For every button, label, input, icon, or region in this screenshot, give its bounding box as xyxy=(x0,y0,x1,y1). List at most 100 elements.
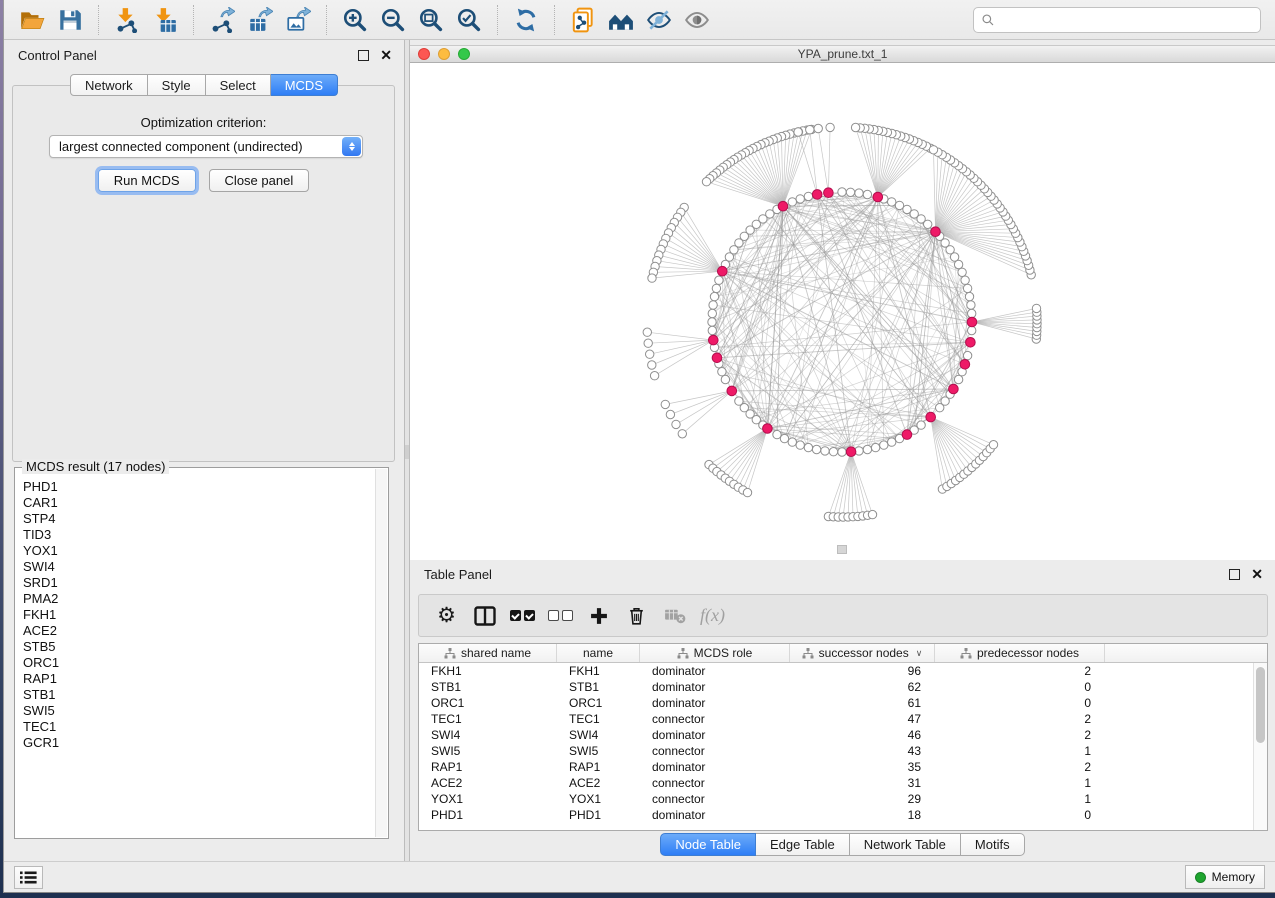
float-table-panel-icon[interactable] xyxy=(1229,569,1240,580)
network-node[interactable] xyxy=(965,292,973,300)
zoom-fit-content-button[interactable] xyxy=(412,4,450,36)
mcds-hub-node[interactable] xyxy=(812,190,822,200)
column-header-shared-name[interactable]: shared name xyxy=(419,644,557,662)
deselect-all-button[interactable] xyxy=(545,601,576,631)
network-node[interactable] xyxy=(721,375,729,383)
network-node[interactable] xyxy=(821,447,829,455)
network-node[interactable] xyxy=(743,488,751,496)
export-network-button[interactable] xyxy=(203,4,241,36)
network-node[interactable] xyxy=(804,192,812,200)
mcds-hub-node[interactable] xyxy=(902,430,912,440)
search-box[interactable] xyxy=(973,7,1261,33)
tab-mcds[interactable]: MCDS xyxy=(271,74,338,96)
add-column-button[interactable] xyxy=(583,601,614,631)
table-scrollbar[interactable] xyxy=(1253,663,1267,830)
network-node[interactable] xyxy=(880,441,888,449)
network-node[interactable] xyxy=(794,128,802,136)
network-node[interactable] xyxy=(868,510,876,518)
column-header-successor-nodes[interactable]: successor nodes∨ xyxy=(790,644,935,662)
network-node[interactable] xyxy=(661,400,669,408)
network-node[interactable] xyxy=(796,195,804,203)
table-row[interactable]: SWI5SWI5connector431 xyxy=(419,743,1253,759)
new-network-from-selection-button[interactable] xyxy=(564,4,602,36)
table-row[interactable]: TEC1TEC1connector472 xyxy=(419,711,1253,727)
network-node[interactable] xyxy=(954,375,962,383)
table-row[interactable]: SWI4SWI4dominator462 xyxy=(419,727,1253,743)
run-mcds-button[interactable]: Run MCDS xyxy=(98,169,196,192)
network-node[interactable] xyxy=(968,326,976,334)
network-node[interactable] xyxy=(648,274,656,282)
network-node[interactable] xyxy=(917,421,925,429)
mcds-hub-node[interactable] xyxy=(926,412,936,422)
table-row[interactable]: ACE2ACE2connector311 xyxy=(419,775,1253,791)
export-table-button[interactable] xyxy=(241,4,279,36)
network-node[interactable] xyxy=(963,284,971,292)
network-canvas[interactable] xyxy=(410,63,1275,560)
table-settings-button[interactable]: ⚙ xyxy=(431,601,462,631)
zoom-in-button[interactable] xyxy=(336,4,374,36)
table-row[interactable]: FKH1FKH1dominator962 xyxy=(419,663,1253,679)
network-node[interactable] xyxy=(929,146,937,154)
mcds-hub-node[interactable] xyxy=(824,188,834,198)
result-node-item[interactable]: SWI5 xyxy=(23,703,375,719)
network-node[interactable] xyxy=(806,126,814,134)
mcds-hub-node[interactable] xyxy=(718,266,728,276)
float-panel-icon[interactable] xyxy=(358,50,369,61)
network-node[interactable] xyxy=(826,123,834,131)
network-node[interactable] xyxy=(702,178,710,186)
import-table-from-file-button[interactable] xyxy=(146,4,184,36)
show-all-button[interactable] xyxy=(678,4,716,36)
tab-style[interactable]: Style xyxy=(148,74,206,96)
close-panel-button[interactable]: Close panel xyxy=(209,169,310,192)
result-node-item[interactable]: PHD1 xyxy=(23,479,375,495)
mcds-hub-node[interactable] xyxy=(966,338,976,348)
mcds-result-list[interactable]: PHD1CAR1STP4TID3YOX1SWI4SRD1PMA2FKH1ACE2… xyxy=(16,469,375,837)
tab-network-table[interactable]: Network Table xyxy=(850,833,961,856)
memory-button[interactable]: Memory xyxy=(1185,865,1265,889)
close-panel-icon[interactable]: ✕ xyxy=(380,50,392,61)
network-node[interactable] xyxy=(712,284,720,292)
network-node[interactable] xyxy=(967,301,975,309)
tab-edge-table[interactable]: Edge Table xyxy=(756,833,850,856)
network-node[interactable] xyxy=(968,309,976,317)
network-node[interactable] xyxy=(646,350,654,358)
network-node[interactable] xyxy=(643,328,651,336)
splitter-grip[interactable] xyxy=(405,445,409,459)
network-node[interactable] xyxy=(672,420,680,428)
result-node-item[interactable]: STB1 xyxy=(23,687,375,703)
network-node[interactable] xyxy=(709,301,717,309)
search-input[interactable] xyxy=(999,13,1253,27)
column-header-name[interactable]: name xyxy=(557,644,640,662)
result-node-item[interactable]: RAP1 xyxy=(23,671,375,687)
network-node[interactable] xyxy=(715,276,723,284)
network-node[interactable] xyxy=(855,189,863,197)
result-node-item[interactable]: PMA2 xyxy=(23,591,375,607)
tab-network[interactable]: Network xyxy=(70,74,148,96)
mcds-hub-node[interactable] xyxy=(709,335,719,345)
close-table-panel-icon[interactable]: ✕ xyxy=(1251,569,1263,580)
network-node[interactable] xyxy=(871,443,879,451)
mcds-hub-node[interactable] xyxy=(727,386,737,396)
network-node[interactable] xyxy=(710,292,718,300)
result-node-item[interactable]: SWI4 xyxy=(23,559,375,575)
tab-node-table[interactable]: Node Table xyxy=(660,833,756,856)
scrollbar-thumb[interactable] xyxy=(1256,667,1265,743)
result-node-item[interactable]: TEC1 xyxy=(23,719,375,735)
mcds-hub-node[interactable] xyxy=(960,360,970,370)
network-node[interactable] xyxy=(838,448,846,456)
delete-column-button[interactable] xyxy=(621,601,652,631)
network-node[interactable] xyxy=(796,441,804,449)
result-node-item[interactable]: STP4 xyxy=(23,511,375,527)
open-session-button[interactable] xyxy=(13,4,51,36)
split-view-button[interactable] xyxy=(469,601,500,631)
table-row[interactable]: YOX1YOX1connector291 xyxy=(419,791,1253,807)
network-node[interactable] xyxy=(678,430,686,438)
network-node[interactable] xyxy=(788,438,796,446)
network-node[interactable] xyxy=(1032,304,1040,312)
tab-select[interactable]: Select xyxy=(206,74,271,96)
network-node[interactable] xyxy=(814,124,822,132)
export-image-button[interactable] xyxy=(279,4,317,36)
zoom-selected-region-button[interactable] xyxy=(450,4,488,36)
table-row[interactable]: PHD1PHD1dominator180 xyxy=(419,807,1253,823)
network-node[interactable] xyxy=(718,368,726,376)
